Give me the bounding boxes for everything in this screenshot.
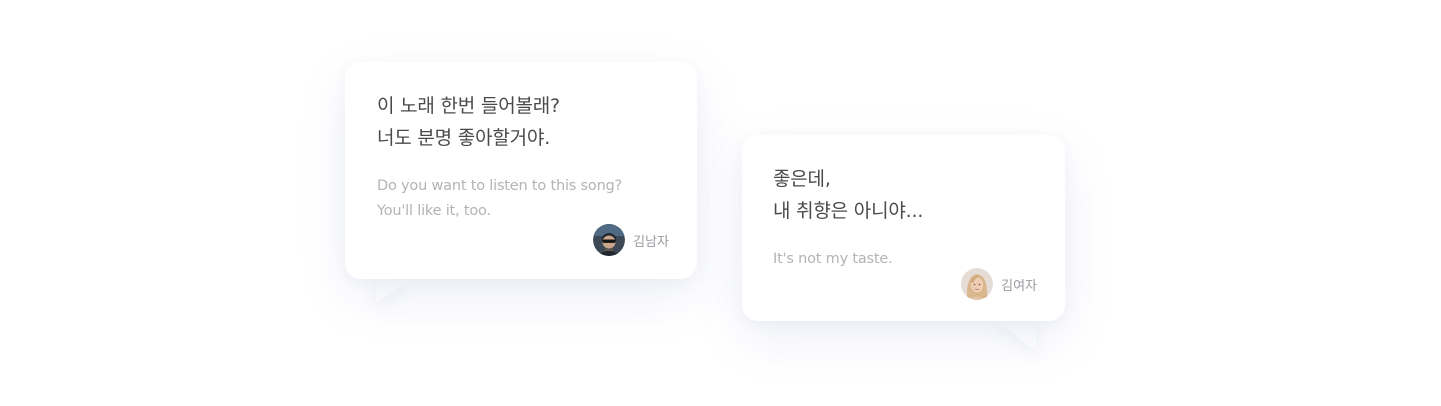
chat-illustration: 이 노래 한번 들어볼래? 너도 분명 좋아할거야. Do you want t… [0,0,1441,406]
korean-line: 내 취향은 아니야... [773,200,924,222]
english-line: Do you want to listen to this song? [377,178,623,194]
speech-bubble-tail-left [376,277,416,303]
message-author: 김여자 [961,268,1037,300]
korean-line: 좋은데, [773,168,831,190]
korean-line: 이 노래 한번 들어볼래? [377,95,560,117]
korean-line: 너도 분명 좋아할거야. [377,127,551,149]
english-translation: Do you want to listen to this song? You'… [377,174,665,224]
blonde-woman-avatar-icon [961,268,994,300]
man-with-sunglasses-avatar-icon [593,224,626,256]
author-name: 김여자 [1001,278,1037,294]
korean-message: 이 노래 한번 들어볼래? 너도 분명 좋아할거야. [377,90,665,154]
speech-bubble-tail-right [993,319,1036,351]
author-name: 김남자 [633,234,669,250]
english-line: You'll like it, too. [377,203,491,219]
speech-bubble-left: 이 노래 한번 들어볼래? 너도 분명 좋아할거야. Do you want t… [345,62,697,279]
speech-bubble-right: 좋은데, 내 취향은 아니야... It's not my taste. 김여자 [742,135,1065,321]
message-author: 김남자 [593,224,669,256]
korean-message: 좋은데, 내 취향은 아니야... [773,163,1035,227]
